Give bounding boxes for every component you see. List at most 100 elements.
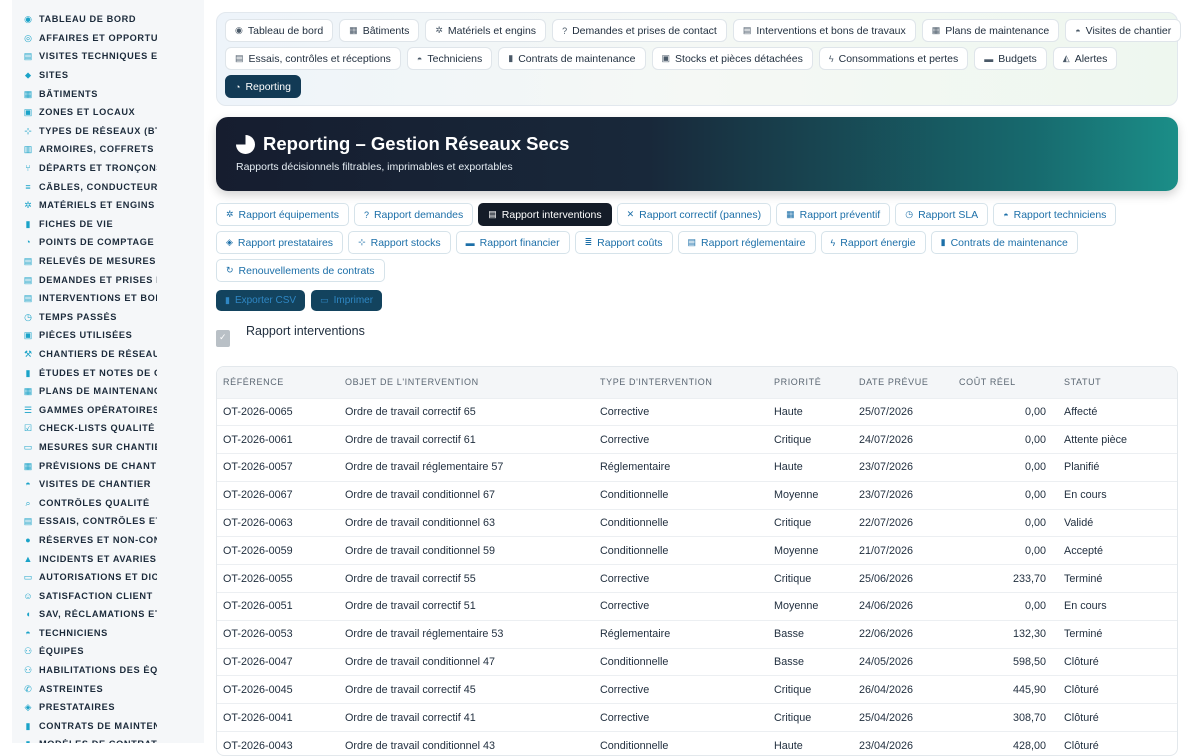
sidebar-item-techniciens[interactable]: ◓ TECHNICIENS xyxy=(12,624,204,643)
cell-date-prevue: 23/07/2026 xyxy=(859,489,914,502)
nav-batiments[interactable]: ▦ Bâtiments xyxy=(339,19,420,42)
sidebar-item-satisfaction-client[interactable]: ☺ SATISFACTION CLIENT xyxy=(12,586,204,605)
nav-demandes-et-prises-de-contact[interactable]: ? Demandes et prises de contact xyxy=(552,19,727,42)
table-row[interactable]: OT-2026-0055 Ordre de travail correctif 5… xyxy=(217,564,1177,593)
cell-type-d-intervention: Corrective xyxy=(600,683,650,696)
tab-rapport-sla[interactable]: ◷ Rapport SLA xyxy=(895,203,989,226)
sidebar-item-materiels-et-engins[interactable]: ✲ MATÉRIELS ET ENGINS xyxy=(12,196,204,215)
nav-budgets[interactable]: ▬ Budgets xyxy=(974,47,1047,70)
tab-rapport-financier[interactable]: ▬ Rapport financier xyxy=(455,231,570,254)
column-header-statut[interactable]: STATUT xyxy=(1058,367,1177,398)
tab-rapport-equipements[interactable]: ✲ Rapport équipements xyxy=(216,203,349,226)
nav-alertes[interactable]: ◭ Alertes xyxy=(1052,47,1118,70)
column-header-date-prevue[interactable]: DATE PRÉVUE xyxy=(853,367,953,398)
table-row[interactable]: OT-2026-0059 Ordre de travail conditionne… xyxy=(217,536,1177,565)
sidebar-item-reserves-et-non-conformites[interactable]: ● RÉSERVES ET NON-CONFORMITÉS xyxy=(12,531,204,550)
table-row[interactable]: OT-2026-0047 Ordre de travail conditionne… xyxy=(217,648,1177,676)
table-row[interactable]: OT-2026-0051 Ordre de travail correctif 5… xyxy=(217,592,1177,621)
sidebar-item-essais-controles-et[interactable]: ▤ ESSAIS, CONTRÔLES ET xyxy=(12,512,204,531)
sidebar-item-temps-passes[interactable]: ◷ TEMPS PASSÉS xyxy=(12,308,204,327)
sidebar-item-plans-de-maintenance[interactable]: ▦ PLANS DE MAINTENANCE xyxy=(12,382,204,401)
tab-rapport-couts[interactable]: ≣ Rapport coûts xyxy=(574,231,673,254)
sidebar-item-habilitations-des-equipes[interactable]: ⚇ HABILITATIONS DES ÉQUIPES xyxy=(12,661,204,680)
table-row[interactable]: OT-2026-0067 Ordre de travail conditionne… xyxy=(217,481,1177,509)
sidebar-item-controles-qualite[interactable]: ⌕ CONTRÔLES QUALITÉ xyxy=(12,493,204,512)
table-row[interactable]: OT-2026-0061 Ordre de travail correctif 6… xyxy=(217,425,1177,454)
sidebar-item-tableau-de-bord[interactable]: ◉ TABLEAU DE BORD xyxy=(12,10,204,29)
sidebar-item-label: DEMANDES ET PRISES DE xyxy=(39,274,157,285)
table-row[interactable]: OT-2026-0063 Ordre de travail conditionne… xyxy=(217,509,1177,537)
column-header-reference[interactable]: RÉFÉRENCE xyxy=(217,367,339,398)
sidebar-item-sites[interactable]: ⬥ SITES xyxy=(12,66,204,85)
tab-rapport-demandes[interactable]: ? Rapport demandes xyxy=(353,203,474,226)
sidebar-item-astreintes[interactable]: ✆ ASTREINTES xyxy=(12,679,204,698)
sidebar-item-equipes[interactable]: ⚇ ÉQUIPES xyxy=(12,642,204,661)
tab-rapport-stocks[interactable]: ⊹ Rapport stocks xyxy=(348,231,451,254)
sidebar-item-chantiers-de-reseaux[interactable]: ⚒ CHANTIERS DE RÉSEAUX xyxy=(12,345,204,364)
sidebar-item-prestataires[interactable]: ◈ PRESTATAIRES xyxy=(12,698,204,717)
tab-rapport-interventions[interactable]: ▤ Rapport interventions xyxy=(478,203,612,226)
sidebar-item-modeles-de-contrats[interactable]: ▮ MODÈLES DE CONTRATS xyxy=(12,735,204,743)
cell-cout-reel: 598,50 xyxy=(1012,656,1046,669)
sidebar-item-previsions-de-chantier[interactable]: ▦ PRÉVISIONS DE CHANTIER xyxy=(12,456,204,475)
tab-rapport-reglementaire[interactable]: ▤ Rapport réglementaire xyxy=(677,231,816,254)
nav-consommations-et-pertes[interactable]: ϟ Consommations et pertes xyxy=(818,47,969,70)
nav-interventions-et-bons-de-travaux[interactable]: ▤ Interventions et bons de travaux xyxy=(732,19,916,42)
sidebar-item-incidents-et-avaries[interactable]: ▲ INCIDENTS ET AVARIES xyxy=(12,549,204,568)
sidebar-item-etudes-et-notes-de-calcul[interactable]: ▮ ÉTUDES ET NOTES DE CALCUL xyxy=(12,363,204,382)
sidebar-item-affaires-et-opportunites[interactable]: ◎ AFFAIRES ET OPPORTUNITÉS xyxy=(12,29,204,48)
sidebar-item-sav-reclamations-et-garanties[interactable]: ◖ SAV, RÉCLAMATIONS ET GARANTIES xyxy=(12,605,204,624)
nav-materiels-et-engins[interactable]: ✲ Matériels et engins xyxy=(425,19,547,42)
nav-visites-de-chantier[interactable]: ◓ Visites de chantier xyxy=(1065,19,1182,42)
sidebar-item-batiments[interactable]: ▦ BÂTIMENTS xyxy=(12,84,204,103)
tab-rapport-energie[interactable]: ϟ Rapport énergie xyxy=(820,231,926,254)
table-row[interactable]: OT-2026-0043 Ordre de travail conditionne… xyxy=(217,731,1177,755)
sidebar-item-types-de-reseaux-bt-hta[interactable]: ⊹ TYPES DE RÉSEAUX (BT / HTA) xyxy=(12,122,204,141)
sidebar-item-cables-conducteurs[interactable]: ≡ CÂBLES, CONDUCTEURS xyxy=(12,177,204,196)
report-table: RÉFÉRENCE OBJET DE L'INTERVENTION TYPE D'I… xyxy=(217,367,1177,755)
sidebar-item-gammes-operatoires[interactable]: ☰ GAMMES OPÉRATOIRES xyxy=(12,400,204,419)
nav-tableau-de-bord[interactable]: ◉ Tableau de bord xyxy=(225,19,334,42)
nav-essais-controles-et-receptions[interactable]: ▤ Essais, contrôles et réceptions xyxy=(225,47,401,70)
sidebar-item-pieces-utilisees[interactable]: ▣ PIÈCES UTILISÉES xyxy=(12,326,204,345)
sidebar-item-check-lists-qualite[interactable]: ☑ CHECK-LISTS QUALITÉ xyxy=(12,419,204,438)
tab-rapport-prestataires[interactable]: ◈ Rapport prestataires xyxy=(216,231,344,254)
sidebar-item-interventions-et-bons[interactable]: ▤ INTERVENTIONS ET BONS xyxy=(12,289,204,308)
sidebar-item-zones-et-locaux[interactable]: ▣ ZONES ET LOCAUX xyxy=(12,103,204,122)
tab-contrats-de-maintenance[interactable]: ▮ Contrats de maintenance xyxy=(930,231,1078,254)
nav-stocks-et-pieces-detachees[interactable]: ▣ Stocks et pièces détachées xyxy=(651,47,813,70)
nav-techniciens[interactable]: ◓ Techniciens xyxy=(406,47,493,70)
column-header-priorite[interactable]: PRIORITÉ xyxy=(768,367,853,398)
sidebar-item-fiches-de-vie[interactable]: ▮ FICHES DE VIE xyxy=(12,215,204,234)
tab-rapport-techniciens[interactable]: ◓ Rapport techniciens xyxy=(993,203,1117,226)
sidebar-item-departs-et-troncons[interactable]: ⑂ DÉPARTS ET TRONÇONS xyxy=(12,159,204,178)
table-row[interactable]: OT-2026-0041 Ordre de travail correctif 4… xyxy=(217,703,1177,732)
sidebar-item-visites-techniques-et[interactable]: ▤ VISITES TECHNIQUES ET xyxy=(12,47,204,66)
nav-plans-de-maintenance[interactable]: ▦ Plans de maintenance xyxy=(921,19,1060,42)
table-row[interactable]: OT-2026-0057 Ordre de travail réglementai… xyxy=(217,453,1177,482)
clipboard-check-icon: ▤ xyxy=(23,256,33,267)
sidebar-item-mesures-sur-chantier[interactable]: ▭ MESURES SUR CHANTIER xyxy=(12,438,204,457)
table-row[interactable]: OT-2026-0053 Ordre de travail réglementai… xyxy=(217,620,1177,648)
sidebar-item-armoires-coffrets-et[interactable]: ▥ ARMOIRES, COFFRETS ET xyxy=(12,140,204,159)
nav-contrats-de-maintenance[interactable]: ▮ Contrats de maintenance xyxy=(498,47,646,70)
export-csv-button[interactable]: ▮ Exporter CSV xyxy=(216,290,306,311)
sidebar-item-points-de-comptage-et[interactable]: ◔ POINTS DE COMPTAGE ET xyxy=(12,233,204,252)
print-button[interactable]: ▭ Imprimer xyxy=(311,290,383,311)
sidebar-item-label: SITES xyxy=(39,70,69,81)
sidebar-item-autorisations-et-dict[interactable]: ▭ AUTORISATIONS ET DICT xyxy=(12,568,204,587)
tab-rapport-correctif-pannes[interactable]: ✕ Rapport correctif (pannes) xyxy=(616,203,772,226)
table-row[interactable]: OT-2026-0065 Ordre de travail correctif 6… xyxy=(217,398,1177,426)
tab-rapport-preventif[interactable]: ▦ Rapport préventif xyxy=(776,203,891,226)
table-row[interactable]: OT-2026-0045 Ordre de travail correctif 4… xyxy=(217,675,1177,704)
tab-renouvellements-de-contrats[interactable]: ↻ Renouvellements de contrats xyxy=(216,259,385,282)
column-header-objet-de-l-intervention[interactable]: OBJET DE L'INTERVENTION xyxy=(339,367,594,398)
column-header-cout-reel[interactable]: COÛT RÉEL xyxy=(953,367,1058,398)
report-table-container[interactable]: RÉFÉRENCE OBJET DE L'INTERVENTION TYPE D'I… xyxy=(216,366,1178,756)
sidebar-item-releves-de-mesures[interactable]: ▤ RELEVÉS DE MESURES xyxy=(12,252,204,271)
sidebar-item-visites-de-chantier[interactable]: ◓ VISITES DE CHANTIER xyxy=(12,475,204,494)
nav-reporting[interactable]: ◔ Reporting xyxy=(225,75,301,98)
column-header-type-d-intervention[interactable]: TYPE D'INTERVENTION xyxy=(594,367,768,398)
sidebar-item-demandes-et-prises-de[interactable]: ▤ DEMANDES ET PRISES DE xyxy=(12,270,204,289)
sidebar-item-contrats-de-maintenance[interactable]: ▮ CONTRATS DE MAINTENANCE xyxy=(12,717,204,736)
